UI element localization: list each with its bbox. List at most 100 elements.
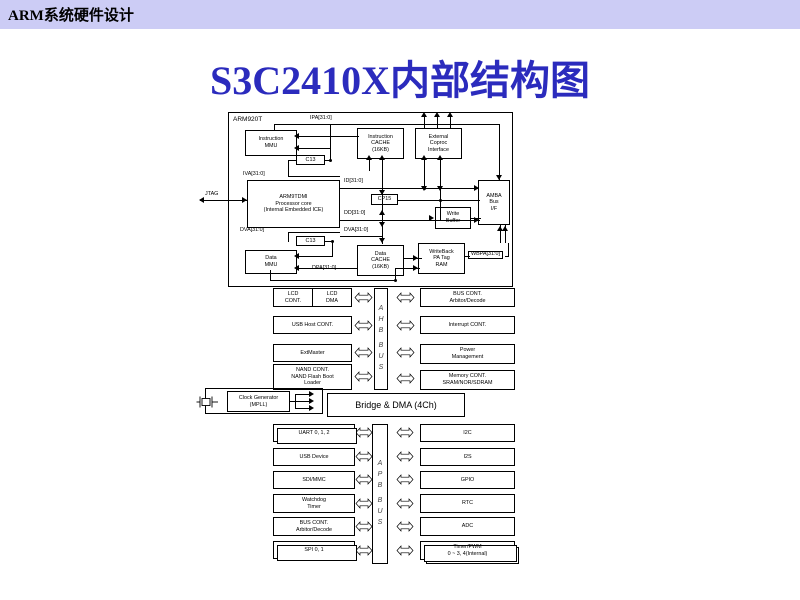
conn-dmmu-2-arrow	[294, 265, 299, 271]
conn-dmmu-v	[332, 241, 333, 257]
apb-bus-spine: A P B B U S	[372, 424, 388, 564]
block-bus-cont-arbitor: BUS CONT. Arbitor/Decode	[420, 288, 515, 307]
conn-c13l-left	[288, 232, 289, 242]
block-i2s: I2S	[420, 448, 515, 466]
block-uart: UART 0, 1, 2	[273, 424, 357, 444]
apb-arrow-right-2	[396, 451, 414, 462]
conn-dpa-h	[270, 280, 396, 281]
conn-icache-in1-arrow	[366, 155, 372, 160]
conn-amba-top	[330, 124, 500, 125]
clk-fan-1-arrow	[309, 391, 314, 397]
block-power-management: Power Management	[420, 344, 515, 364]
conn-dmmu-1-arrow	[294, 253, 299, 259]
ahb-arrow-left-4	[354, 371, 373, 382]
junction-dva	[331, 240, 334, 243]
junction-coproc	[423, 187, 426, 190]
conn-icache-in2-arrow	[379, 155, 385, 160]
apb-letter-b2: B	[377, 497, 383, 504]
course-title: ARM系统硬件设计	[8, 8, 134, 24]
jtag-arrow-right	[242, 197, 247, 203]
conn-dcache-wb-arrow	[413, 255, 418, 261]
conn-dcache-up-arrow	[379, 210, 385, 215]
ahb-letter-b2: B	[378, 342, 384, 349]
block-lcd-cont: LCD CONT.	[273, 288, 313, 307]
apb-arrow-left-5	[355, 521, 373, 532]
block-nand-cont: NAND CONT. NAND Flash Boot Loader	[273, 364, 352, 390]
apb-arrow-left-6	[355, 545, 373, 556]
apb-arrow-left-3	[355, 474, 373, 485]
bus-label-dva-left: DVA[31:0]	[240, 227, 265, 233]
ahb-letter-b: B	[378, 327, 384, 335]
jtag-line	[200, 200, 247, 201]
conn-coproc-d2	[437, 186, 443, 191]
ahb-arrow-right-1	[396, 292, 415, 303]
arm920t-label: ARM920T	[233, 116, 263, 123]
conn-c13u-core	[288, 176, 340, 177]
block-amba-bus-if: AMBA Bus I/F	[478, 180, 510, 225]
conn-c13u-h	[288, 160, 297, 161]
coproc-pin-3	[450, 116, 451, 128]
conn-wbpa-up	[508, 243, 509, 257]
conn-icache-in2	[382, 159, 383, 188]
bus-line-id	[340, 188, 485, 189]
block-spi: SPI 0, 1	[273, 541, 357, 561]
conn-dpa-dmmu	[270, 270, 271, 281]
ahb-bus-spine: A H B B U S	[374, 288, 388, 390]
block-writeback-pa-tag-ram: WriteBack PA Tag RAM	[418, 243, 465, 274]
conn-ipa-top	[297, 136, 359, 137]
coproc-pin-2-arrow	[434, 112, 440, 117]
clk-fan-2-arrow	[309, 398, 314, 404]
ahb-arrow-left-3	[354, 347, 373, 358]
conn-ipa-vert	[330, 124, 331, 160]
ahb-letter-h: H	[378, 316, 384, 324]
coproc-pin-3-arrow	[447, 112, 453, 117]
block-memory-cont: Memory CONT. SRAM/NOR/SDRAM	[420, 370, 515, 390]
apb-arrow-left-1	[355, 427, 373, 438]
conn-ipa-top-arrow	[294, 133, 299, 139]
conn-dcache-down-arrow	[379, 222, 385, 227]
slide-canvas: ARM系统硬件设计 S3C2410X内部结构图 ARM920T Instruct…	[0, 0, 800, 600]
block-instruction-mmu: Instruction MMU	[245, 130, 297, 156]
apb-arrow-right-4	[396, 498, 414, 509]
apb-arrow-left-4	[355, 498, 373, 509]
block-cp15: CP15	[371, 194, 398, 205]
bus-label-wbpa: WBPA[31:0]	[468, 251, 503, 259]
conn-id-amba-arrow	[474, 185, 479, 191]
ahb-letter-u: U	[378, 352, 384, 360]
block-data-mmu: Data MMU	[245, 250, 297, 274]
conn-icache-down	[382, 188, 383, 244]
conn-amba-dn2-arrow	[502, 226, 508, 231]
coproc-pin-1	[424, 116, 425, 128]
coproc-pin-2	[437, 116, 438, 128]
apb-letter-a: A	[377, 460, 383, 468]
conn-dva-dcache	[340, 236, 382, 237]
page-title: S3C2410X内部结构图	[209, 58, 591, 103]
conn-amba-topdown-arrow	[496, 175, 502, 180]
conn-amba-topdown	[499, 124, 500, 180]
clk-fan-spread	[295, 394, 296, 409]
apb-arrow-right-5	[396, 521, 414, 532]
block-bridge-dma: Bridge & DMA (4Ch)	[327, 393, 465, 417]
conn-immu-2	[297, 148, 330, 149]
block-adc: ADC	[420, 517, 515, 536]
junction-dpa	[394, 279, 397, 282]
block-c13-lower: C13	[296, 236, 325, 246]
bus-label-dva-right: DVA[31:0]	[344, 227, 369, 233]
ahb-arrow-right-2	[396, 320, 415, 331]
block-gpio: GPIO	[420, 471, 515, 489]
ahb-arrow-right-3	[396, 347, 415, 358]
conn-immu-down	[274, 124, 275, 130]
block-i2c: I2C	[420, 424, 515, 442]
block-watchdog-timer: Watchdog Timer	[273, 494, 355, 513]
block-usb-device: USB Device	[273, 448, 355, 466]
conn-wbpa-line	[465, 256, 470, 257]
apb-letter-s: S	[377, 518, 383, 526]
block-clock-generator: Clock Generator (MPLL)	[227, 391, 290, 412]
ahb-arrow-left-2	[354, 320, 373, 331]
ahb-letter-a: A	[378, 305, 384, 313]
conn-c13u	[325, 160, 331, 161]
block-data-cache: Data CACHE (16KB)	[357, 245, 404, 276]
apb-letter-b: B	[377, 482, 383, 490]
block-interrupt-cont: Interrupt CONT.	[420, 316, 515, 334]
bus-label-dd: DD[31:0]	[344, 210, 366, 216]
